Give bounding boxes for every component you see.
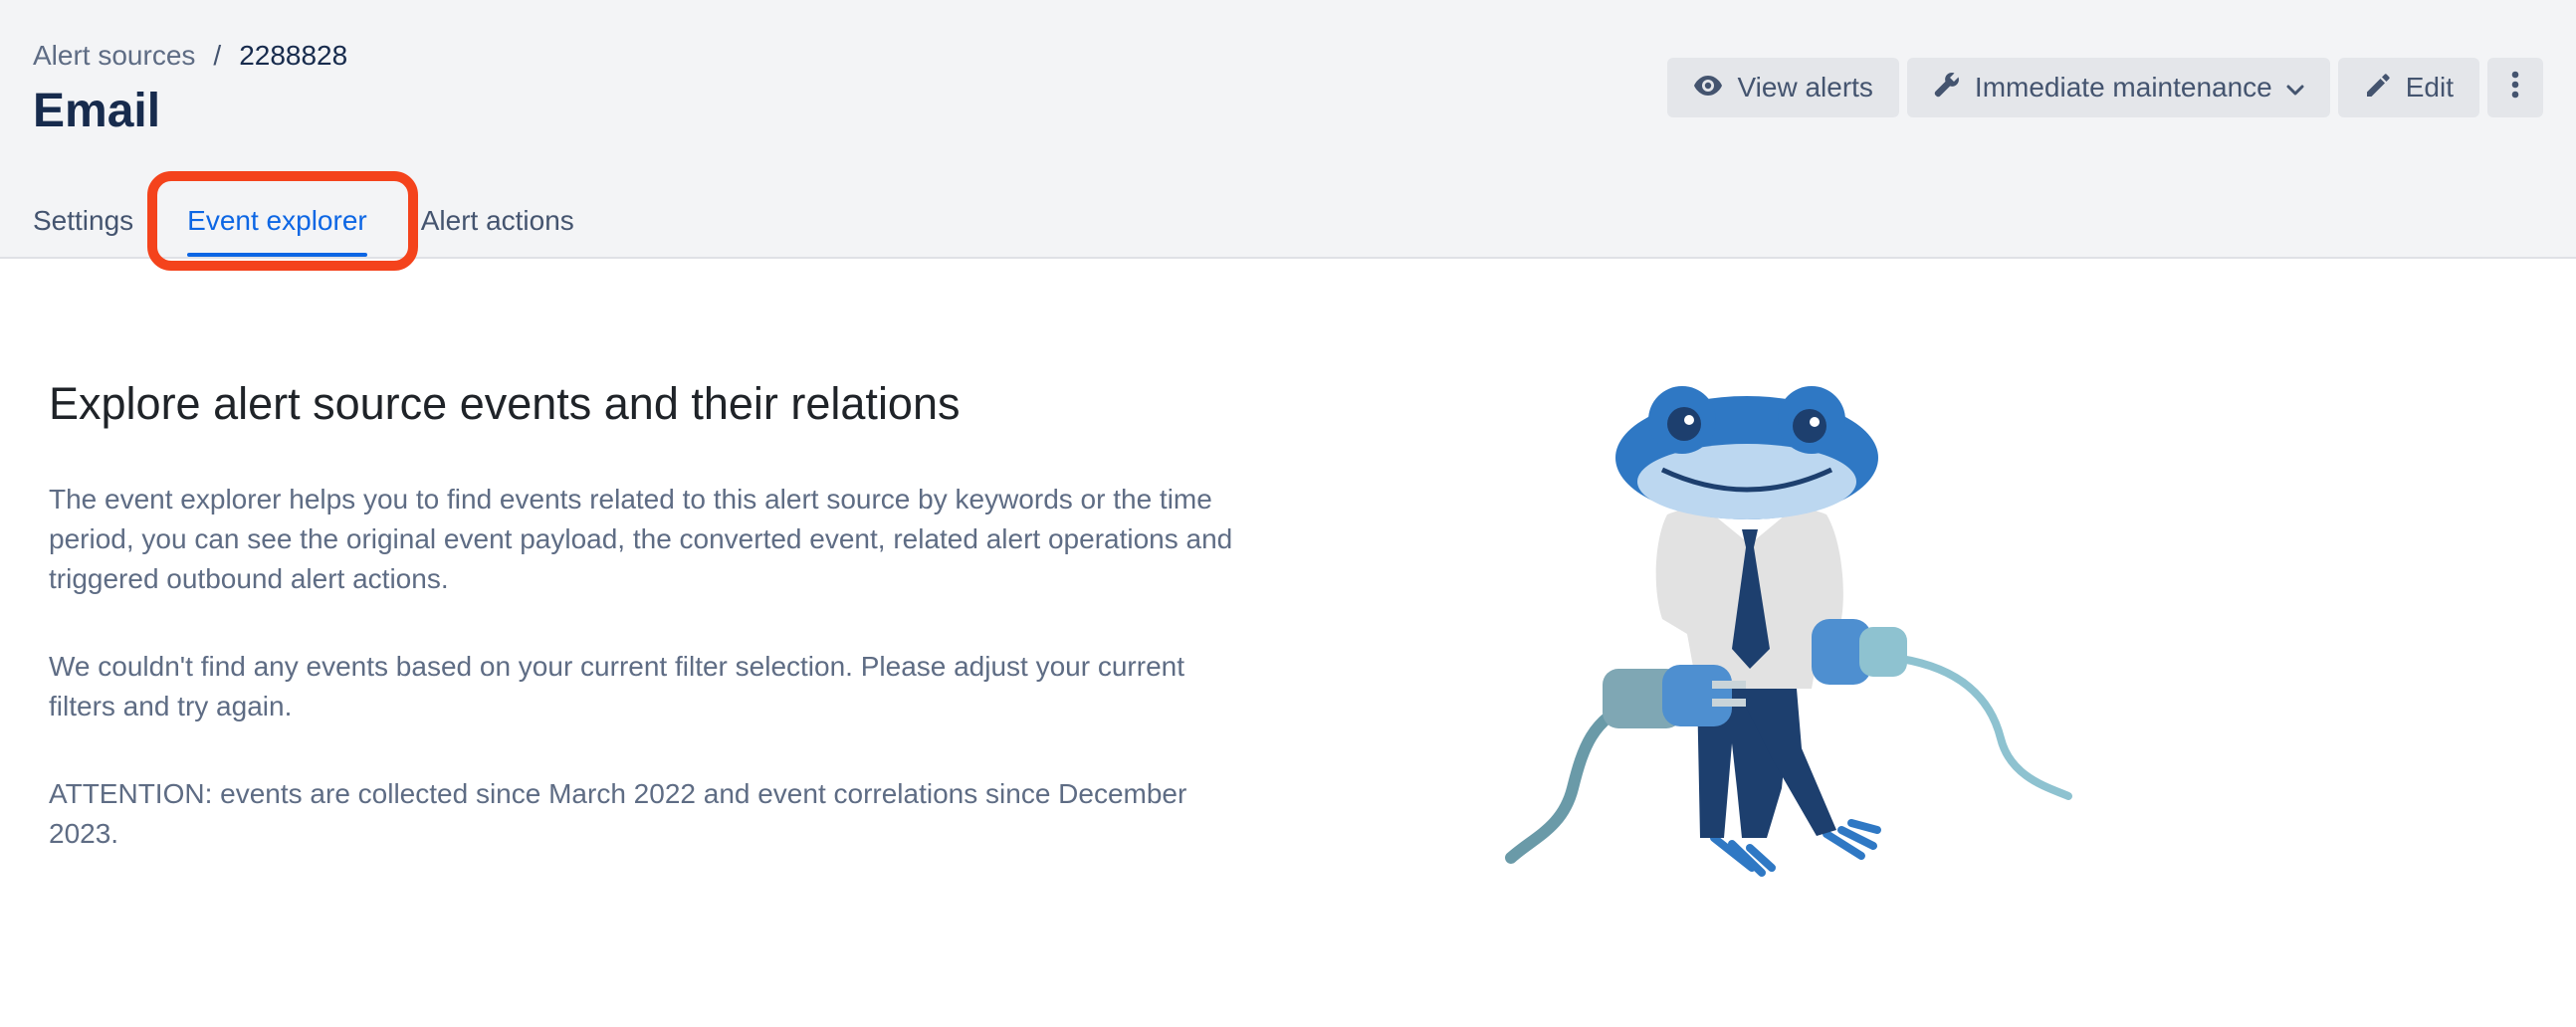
- attention-notice: ATTENTION: events are collected since Ma…: [49, 778, 1187, 849]
- tab-settings[interactable]: Settings: [33, 191, 133, 259]
- more-vertical-icon: [2511, 71, 2519, 105]
- frog-mascot-illustration: [1493, 370, 2090, 908]
- pencil-icon: [2364, 71, 2392, 105]
- chevron-down-icon: [2286, 72, 2304, 103]
- edit-label: Edit: [2405, 72, 2454, 103]
- immediate-maintenance-label: Immediate maintenance: [1974, 72, 2272, 103]
- tab-alert-actions[interactable]: Alert actions: [421, 191, 574, 259]
- view-alerts-label: View alerts: [1737, 72, 1873, 103]
- no-events-message: We couldn't find any events based on you…: [49, 651, 1184, 721]
- eye-icon: [1693, 72, 1723, 103]
- tab-event-explorer[interactable]: Event explorer: [187, 191, 367, 259]
- event-explorer-empty-state: Explore alert source events and their re…: [49, 378, 1253, 902]
- explorer-description: The event explorer helps you to find eve…: [49, 484, 1233, 594]
- tab-bar: Settings Event explorer Alert actions: [33, 191, 628, 259]
- wrench-icon: [1933, 71, 1961, 105]
- breadcrumb-current: 2288828: [239, 40, 348, 71]
- breadcrumb-separator: /: [213, 40, 222, 71]
- page-title: Email: [33, 85, 161, 137]
- immediate-maintenance-button[interactable]: Immediate maintenance: [1906, 58, 2330, 117]
- breadcrumb-alert-sources-link[interactable]: Alert sources: [33, 40, 195, 72]
- view-alerts-button[interactable]: View alerts: [1667, 58, 1899, 117]
- empty-state-heading: Explore alert source events and their re…: [49, 378, 961, 429]
- page-header: Alert sources / 2288828 Email View alert…: [0, 0, 2576, 271]
- edit-button[interactable]: Edit: [2337, 58, 2479, 117]
- breadcrumb: Alert sources / 2288828: [33, 40, 347, 72]
- header-actions: View alerts Immediate maintenance Edit: [1667, 58, 2543, 117]
- more-actions-button[interactable]: [2487, 58, 2543, 117]
